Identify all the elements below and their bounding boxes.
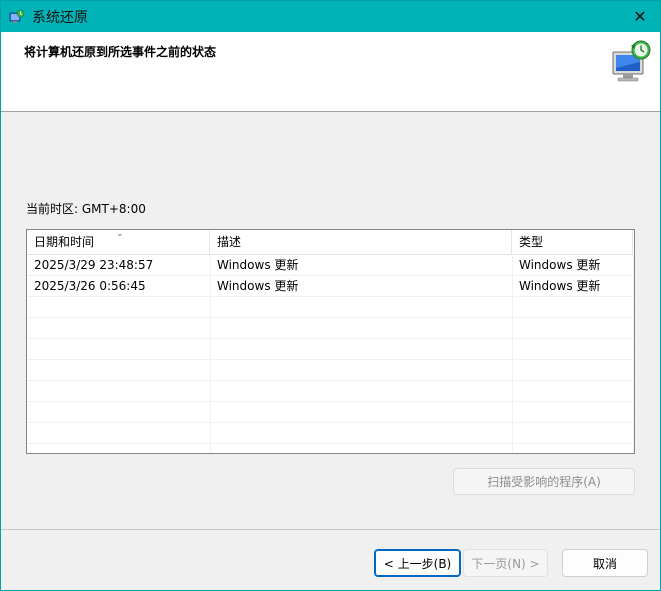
next-button[interactable]: 下一页(N) > [463, 549, 548, 577]
empty-row [27, 318, 634, 339]
system-restore-window: 系统还原 ✕ 将计算机还原到所选事件之前的状态 当前时区: GMT+8:00 日… [0, 0, 661, 591]
close-icon: ✕ [633, 7, 647, 26]
empty-row [27, 360, 634, 381]
cell-datetime: 2025/3/29 23:48:57 [34, 258, 154, 272]
close-button[interactable]: ✕ [620, 1, 660, 32]
window-title: 系统还原 [32, 10, 88, 26]
scan-affected-programs-button[interactable]: 扫描受影响的程序(A) [453, 468, 635, 495]
sort-down-icon: ⌄ [116, 229, 124, 239]
empty-row [27, 381, 634, 402]
system-restore-icon [9, 9, 25, 23]
restore-computer-icon [612, 40, 651, 82]
restore-points-table[interactable]: 日期和时间 ⌄ 描述 类型 2025/3/29 23:48:57 Windows… [26, 229, 635, 454]
cell-description: Windows 更新 [217, 279, 299, 293]
header-panel: 将计算机还原到所选事件之前的状态 [1, 32, 660, 112]
column-header-datetime[interactable]: 日期和时间 ⌄ [27, 230, 210, 255]
column-header-type[interactable]: 类型 [512, 230, 633, 255]
footer-divider [1, 529, 660, 530]
table-body: 2025/3/29 23:48:57 Windows 更新 Windows 更新… [27, 255, 634, 444]
cell-type: Windows 更新 [519, 258, 601, 272]
page-heading: 将计算机还原到所选事件之前的状态 [24, 45, 217, 59]
cancel-button[interactable]: 取消 [562, 549, 648, 577]
column-header-description[interactable]: 描述 [210, 230, 512, 255]
empty-row [27, 339, 634, 360]
empty-row [27, 297, 634, 318]
title-bar[interactable]: 系统还原 ✕ [1, 1, 660, 32]
timezone-label: 当前时区: GMT+8:00 [26, 202, 146, 216]
table-row[interactable]: 2025/3/29 23:48:57 Windows 更新 Windows 更新 [27, 255, 634, 276]
back-button[interactable]: < 上一步(B) [374, 549, 461, 577]
cell-description: Windows 更新 [217, 258, 299, 272]
table-row[interactable]: 2025/3/26 0:56:45 Windows 更新 Windows 更新 [27, 276, 634, 297]
cell-type: Windows 更新 [519, 279, 601, 293]
cell-datetime: 2025/3/26 0:56:45 [34, 279, 146, 293]
empty-row [27, 402, 634, 423]
table-header: 日期和时间 ⌄ 描述 类型 [27, 230, 634, 255]
empty-row [27, 423, 634, 444]
